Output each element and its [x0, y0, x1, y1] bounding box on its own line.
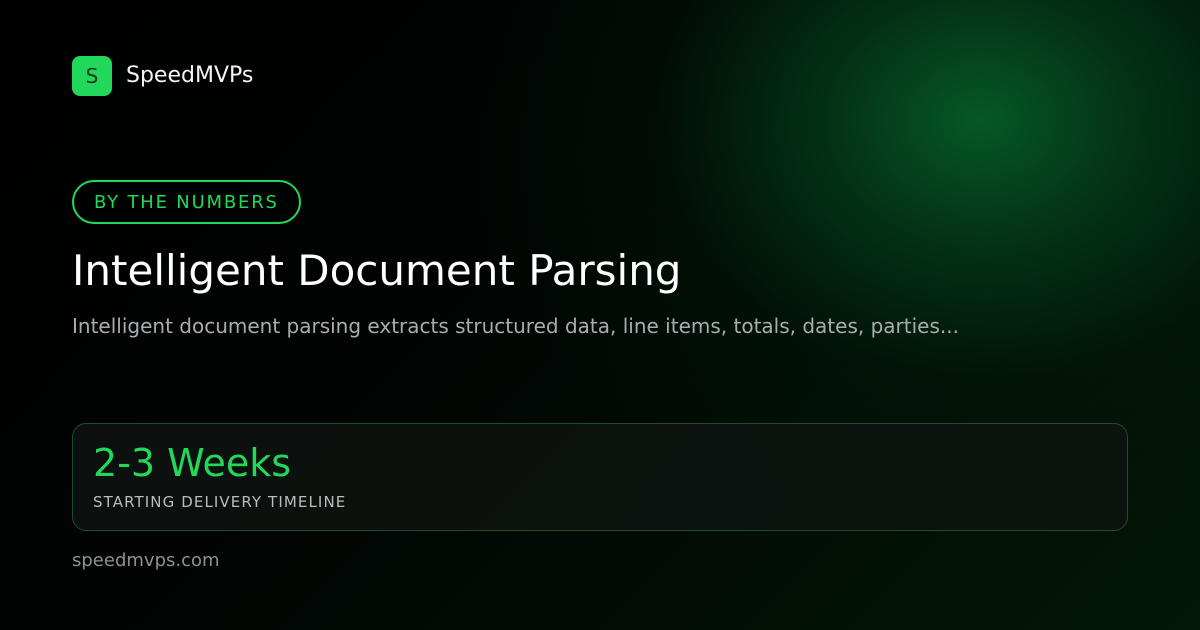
social-card: S SpeedMVPs BY THE NUMBERS Intelligent D…: [0, 0, 1200, 630]
stat-card: 2-3 Weeks STARTING DELIVERY TIMELINE: [72, 423, 1128, 531]
section-badge: BY THE NUMBERS: [72, 180, 301, 224]
brand-name: SpeedMVPs: [126, 63, 254, 88]
site-url: speedmvps.com: [72, 550, 220, 571]
stat-value: 2-3 Weeks: [93, 441, 292, 485]
page-title: Intelligent Document Parsing: [72, 246, 682, 295]
stat-label: STARTING DELIVERY TIMELINE: [93, 493, 347, 511]
page-subtitle: Intelligent document parsing extracts st…: [72, 314, 959, 338]
brand-lockup: S SpeedMVPs: [72, 56, 253, 96]
brand-logo-icon: S: [72, 56, 112, 96]
